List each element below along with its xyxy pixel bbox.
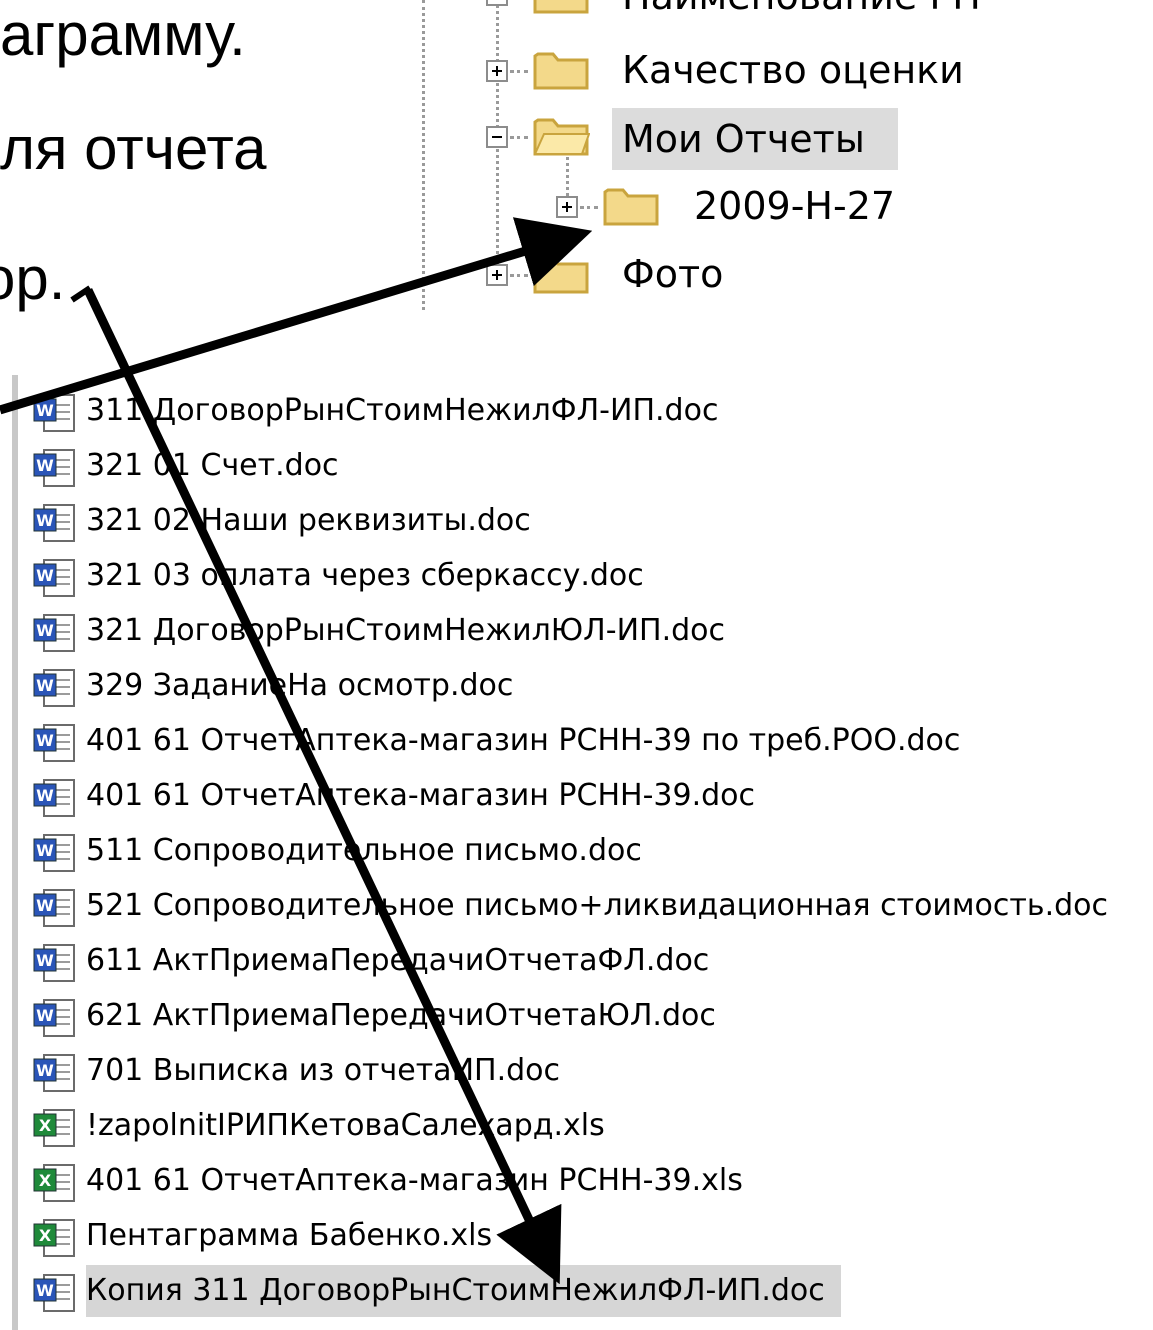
tree-item-naimenovanie[interactable]: Наименование РП — [420, 0, 1153, 24]
tree-item-label: Фото — [622, 252, 724, 296]
file-list-item[interactable]: W 521 Сопроводительное письмо+ликвидацион… — [30, 880, 1150, 932]
file-list-item[interactable]: W 321 03 оплата через сберкассу.doc — [30, 550, 1150, 602]
svg-text:W: W — [36, 896, 54, 915]
tree-branch-guide — [510, 136, 528, 139]
file-name: 321 03 оплата через сберкассу.doc — [86, 558, 644, 593]
word-document-icon: W — [33, 724, 75, 762]
file-name: 321 01 Счет.doc — [86, 448, 339, 483]
word-document-icon: W — [33, 1054, 75, 1092]
expand-icon[interactable] — [486, 60, 508, 82]
tree-item-label: 2009-Н-27 — [694, 184, 896, 228]
svg-text:W: W — [36, 1281, 54, 1300]
file-name: 321 02 Наши реквизиты.doc — [86, 503, 531, 538]
file-name: 701 Выписка из отчетаИП.doc — [86, 1053, 560, 1088]
file-name: 621 АктПриемаПередачиОтчетаЮЛ.doc — [86, 998, 716, 1033]
file-name: 401 61 ОтчетАптека-магазин РСНН-39.doc — [86, 778, 755, 813]
svg-text:W: W — [36, 401, 54, 420]
tree-branch-guide — [510, 274, 528, 277]
slide-text-line-3: ор. — [0, 245, 66, 312]
file-name: 521 Сопроводительное письмо+ликвидационн… — [86, 888, 1108, 923]
word-document-icon: W — [33, 449, 75, 487]
folder-icon — [533, 256, 589, 294]
file-list-item[interactable]: W 401 61 ОтчетАптека-магазин РСНН-39.doc — [30, 770, 1150, 822]
word-document-icon: W — [33, 394, 75, 432]
file-name: 401 61 ОтчетАптека-магазин РСНН-39 по тр… — [86, 723, 961, 758]
file-list-item[interactable]: W 321 01 Счет.doc — [30, 440, 1150, 492]
word-document-icon: W — [33, 834, 75, 872]
list-left-border — [12, 375, 18, 1330]
file-list-item[interactable]: X !zapolnitIPИПКетоваСалехард.xls — [30, 1100, 1150, 1152]
file-list-item[interactable]: X Пентаграмма Бабенко.xls — [30, 1210, 1150, 1262]
svg-text:W: W — [36, 566, 54, 585]
word-document-icon: W — [33, 944, 75, 982]
file-list-item[interactable]: W 311 ДоговорРынСтоимНежилФЛ-ИП.doc — [30, 385, 1150, 437]
svg-text:W: W — [36, 1006, 54, 1025]
file-list-item[interactable]: X 401 61 ОтчетАптека-магазин РСНН-39.xls — [30, 1155, 1150, 1207]
folder-icon — [603, 188, 659, 226]
file-name: 611 АктПриемаПередачиОтчетаФЛ.doc — [86, 943, 710, 978]
file-list: W 311 ДоговорРынСтоимНежилФЛ-ИП.doc W 321 0… — [0, 365, 1153, 1330]
svg-text:W: W — [36, 621, 54, 640]
svg-text:X: X — [39, 1171, 52, 1190]
word-document-icon: W — [33, 999, 75, 1037]
folder-tree: Наименование РП Качество оценки Мои Отче… — [420, 0, 1153, 320]
tree-item-label: Наименование РП — [612, 0, 991, 22]
tree-item-foto[interactable]: Фото — [420, 244, 1153, 306]
file-name: 329 ЗаданиеНа осмотр.doc — [86, 668, 514, 703]
file-list-item[interactable]: W 701 Выписка из отчетаИП.doc — [30, 1045, 1150, 1097]
svg-text:W: W — [36, 731, 54, 750]
expand-icon[interactable] — [486, 0, 508, 6]
file-list-item[interactable]: W 621 АктПриемаПередачиОтчетаЮЛ.doc — [30, 990, 1150, 1042]
word-document-icon: W — [33, 669, 75, 707]
file-name: 311 ДоговорРынСтоимНежилФЛ-ИП.doc — [86, 393, 719, 428]
svg-text:W: W — [36, 1061, 54, 1080]
svg-text:W: W — [36, 511, 54, 530]
excel-document-icon: X — [33, 1219, 75, 1257]
slide-text: аграмму. ля отчета ор. — [0, 0, 380, 330]
file-list-item[interactable]: W 611 АктПриемаПередачиОтчетаФЛ.doc — [30, 935, 1150, 987]
word-document-icon: W — [33, 779, 75, 817]
folder-icon — [533, 52, 589, 90]
word-document-icon: W — [33, 889, 75, 927]
file-name: 401 61 ОтчетАптека-магазин РСНН-39.xls — [86, 1163, 743, 1198]
tree-item-label: Качество оценки — [622, 48, 964, 92]
file-list-item[interactable]: W Копия 311 ДоговорРынСтоимНежилФЛ-ИП.doc — [30, 1265, 1150, 1317]
tree-item-2009-n-27[interactable]: 2009-Н-27 — [420, 176, 1153, 238]
tree-item-kachestvo-ocenki[interactable]: Качество оценки — [420, 40, 1153, 102]
svg-text:W: W — [36, 841, 54, 860]
file-name: 511 Сопроводительное письмо.doc — [86, 833, 642, 868]
svg-text:X: X — [39, 1226, 52, 1245]
excel-document-icon: X — [33, 1109, 75, 1147]
file-list-item[interactable]: W 401 61 ОтчетАптека-магазин РСНН-39 по т… — [30, 715, 1150, 767]
file-name: 321 ДоговорРынСтоимНежилЮЛ-ИП.doc — [86, 613, 725, 648]
file-name: Копия 311 ДоговорРынСтоимНежилФЛ-ИП.doc — [86, 1265, 841, 1317]
file-name: Пентаграмма Бабенко.xls — [86, 1218, 493, 1253]
expand-icon[interactable] — [556, 196, 578, 218]
file-list-item[interactable]: W 321 ДоговорРынСтоимНежилЮЛ-ИП.doc — [30, 605, 1150, 657]
tree-branch-guide — [580, 206, 598, 209]
folder-icon — [533, 0, 589, 14]
file-name: !zapolnitIPИПКетоваСалехард.xls — [86, 1108, 605, 1143]
collapse-icon[interactable] — [486, 126, 508, 148]
expand-icon[interactable] — [486, 264, 508, 286]
word-document-icon: W — [33, 504, 75, 542]
file-list-item[interactable]: W 511 Сопроводительное письмо.doc — [30, 825, 1150, 877]
slide-text-line-2: ля отчета — [0, 115, 267, 182]
excel-document-icon: X — [33, 1164, 75, 1202]
file-list-item[interactable]: W 321 02 Наши реквизиты.doc — [30, 495, 1150, 547]
word-document-icon: W — [33, 1274, 75, 1312]
svg-text:W: W — [36, 951, 54, 970]
tree-branch-guide — [510, 70, 528, 73]
svg-text:W: W — [36, 786, 54, 805]
tree-item-label: Мои Отчеты — [612, 108, 898, 170]
tree-item-moi-otchety[interactable]: Мои Отчеты — [420, 104, 1153, 170]
folder-open-icon — [533, 118, 590, 156]
svg-text:W: W — [36, 676, 54, 695]
slide-text-line-1: аграмму. — [0, 1, 246, 68]
word-document-icon: W — [33, 559, 75, 597]
svg-text:X: X — [39, 1116, 52, 1135]
word-document-icon: W — [33, 614, 75, 652]
svg-text:W: W — [36, 456, 54, 475]
file-list-item[interactable]: W 329 ЗаданиеНа осмотр.doc — [30, 660, 1150, 712]
